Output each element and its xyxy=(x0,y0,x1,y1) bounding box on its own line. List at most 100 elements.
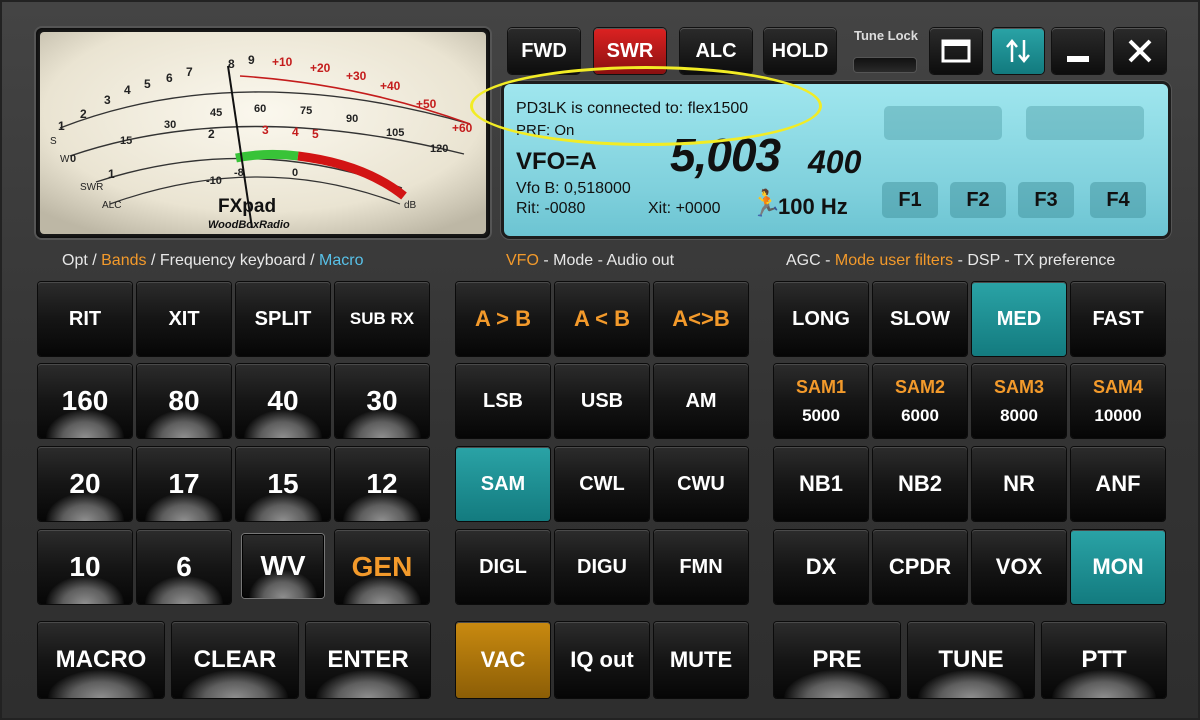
band-20-button[interactable]: 20 xyxy=(38,447,132,521)
hold-button[interactable]: HOLD xyxy=(764,28,836,74)
tune-lock[interactable]: Tune Lock xyxy=(850,28,922,76)
agc-med-button[interactable]: MED xyxy=(972,282,1066,356)
swr-button[interactable]: SWR xyxy=(594,28,666,74)
filter-sam3-button[interactable]: SAM3 8000 xyxy=(972,364,1066,438)
minimize-icon xyxy=(1067,56,1089,62)
btn-label: PTT xyxy=(1081,646,1127,673)
band-6-button[interactable]: 6 xyxy=(137,530,231,604)
band-40-button[interactable]: 40 xyxy=(236,364,330,438)
macro-button[interactable]: MACRO xyxy=(38,622,164,698)
mode-digu-button[interactable]: DIGU xyxy=(555,530,649,604)
btn-label: CLEAR xyxy=(193,646,277,673)
btn-label: SPLIT xyxy=(254,307,312,330)
anf-button[interactable]: ANF xyxy=(1071,447,1165,521)
vfo-a-to-b-button[interactable]: A > B xyxy=(456,282,550,356)
frequency-main[interactable]: 5,003 xyxy=(670,128,781,182)
mode-usb-button[interactable]: USB xyxy=(555,364,649,438)
f1-button[interactable]: F1 xyxy=(882,182,938,218)
band-10-button[interactable]: 10 xyxy=(38,530,132,604)
mode-cwl-button[interactable]: CWL xyxy=(555,447,649,521)
nb2-button[interactable]: NB2 xyxy=(873,447,967,521)
agc-fast-button[interactable]: FAST xyxy=(1071,282,1165,356)
xit-button[interactable]: XIT xyxy=(137,282,231,356)
s-label: S xyxy=(50,136,57,147)
meter-face: 1 3 5 7 9 2 4 6 8 +10 +20 +30 +40 +50 +6… xyxy=(40,32,486,234)
agc-long-button[interactable]: LONG xyxy=(774,282,868,356)
s-scale-tick: 1 xyxy=(58,119,65,133)
band-12-button[interactable]: 12 xyxy=(335,447,429,521)
mode-cwu-button[interactable]: CWU xyxy=(654,447,748,521)
sub-rx-button[interactable]: SUB RX xyxy=(335,282,429,356)
ptt-button[interactable]: PTT xyxy=(1042,622,1166,698)
btn-label: MUTE xyxy=(669,647,733,672)
band-160-button[interactable]: 160 xyxy=(38,364,132,438)
enter-button[interactable]: ENTER xyxy=(306,622,430,698)
window-mode-button[interactable] xyxy=(930,28,982,74)
btn-label: CWU xyxy=(677,472,725,495)
btn-label: ENTER xyxy=(327,646,409,673)
mute-button[interactable]: MUTE xyxy=(654,622,748,698)
btn-label: 160 xyxy=(61,385,109,416)
mode-sam-button[interactable]: SAM xyxy=(456,447,550,521)
btn-label: NR xyxy=(1003,471,1035,496)
btn-label: SLOW xyxy=(890,307,950,330)
pre-button[interactable]: PRE xyxy=(774,622,900,698)
s-scale-tick-mid: 2 xyxy=(80,107,87,121)
lcd-blank-slot-1 xyxy=(884,106,1002,140)
band-15-button[interactable]: 15 xyxy=(236,447,330,521)
vfo-swap-button[interactable]: A<>B xyxy=(654,282,748,356)
btn-label: NB1 xyxy=(798,471,843,496)
btn-label: MED xyxy=(996,307,1042,330)
f4-button[interactable]: F4 xyxy=(1090,182,1146,218)
tune-lock-slot[interactable] xyxy=(854,58,916,72)
gen-button[interactable]: GEN xyxy=(335,530,429,604)
filter-name: SAM3 xyxy=(993,376,1044,397)
vfo-b-to-a-button[interactable]: A < B xyxy=(555,282,649,356)
tuning-step[interactable]: 100 Hz xyxy=(778,194,848,220)
split-button[interactable]: SPLIT xyxy=(236,282,330,356)
mode-digl-button[interactable]: DIGL xyxy=(456,530,550,604)
band-30-button[interactable]: 30 xyxy=(335,364,429,438)
alc-button[interactable]: ALC xyxy=(680,28,752,74)
clear-button[interactable]: CLEAR xyxy=(172,622,298,698)
mon-button[interactable]: MON xyxy=(1071,530,1165,604)
f2-button[interactable]: F2 xyxy=(950,182,1006,218)
swap-arrows-button[interactable] xyxy=(992,28,1044,74)
vox-button[interactable]: VOX xyxy=(972,530,1066,604)
fwd-button[interactable]: FWD xyxy=(508,28,580,74)
mode-fmn-button[interactable]: FMN xyxy=(654,530,748,604)
mode-am-button[interactable]: AM xyxy=(654,364,748,438)
vfo-indicator: VFO=A xyxy=(516,148,597,175)
btn-label: PRE xyxy=(812,646,862,673)
minimize-button[interactable] xyxy=(1052,28,1104,74)
btn-label: LSB xyxy=(483,389,523,412)
close-button[interactable] xyxy=(1114,28,1166,74)
nb1-button[interactable]: NB1 xyxy=(774,447,868,521)
f3-button[interactable]: F3 xyxy=(1018,182,1074,218)
band-17-button[interactable]: 17 xyxy=(137,447,231,521)
btn-label: RIT xyxy=(68,307,102,330)
rit-button[interactable]: RIT xyxy=(38,282,132,356)
w-scale-tick: 90 xyxy=(346,113,358,125)
filter-sam2-button[interactable]: SAM2 6000 xyxy=(873,364,967,438)
dx-button[interactable]: DX xyxy=(774,530,868,604)
filter-sam4-button[interactable]: SAM4 10000 xyxy=(1071,364,1165,438)
filter-sam1-button[interactable]: SAM1 5000 xyxy=(774,364,868,438)
agc-slow-button[interactable]: SLOW xyxy=(873,282,967,356)
iq-out-button[interactable]: IQ out xyxy=(555,622,649,698)
wv-button[interactable]: WV xyxy=(242,534,324,598)
cpdr-button[interactable]: CPDR xyxy=(873,530,967,604)
frequency-sub[interactable]: 400 xyxy=(808,144,861,181)
mode-lsb-button[interactable]: LSB xyxy=(456,364,550,438)
filter-width: 8000 xyxy=(1000,405,1038,425)
lcd-blank-slot-2 xyxy=(1026,106,1144,140)
nr-button[interactable]: NR xyxy=(972,447,1066,521)
btn-label: 12 xyxy=(366,468,398,499)
vac-button[interactable]: VAC xyxy=(456,622,550,698)
btn-label: CWL xyxy=(579,472,625,495)
w-scale-tick: 15 xyxy=(120,135,132,147)
tune-button[interactable]: TUNE xyxy=(908,622,1034,698)
prf-status: PRF: On xyxy=(516,122,575,139)
band-80-button[interactable]: 80 xyxy=(137,364,231,438)
btn-label: TUNE xyxy=(938,646,1004,673)
